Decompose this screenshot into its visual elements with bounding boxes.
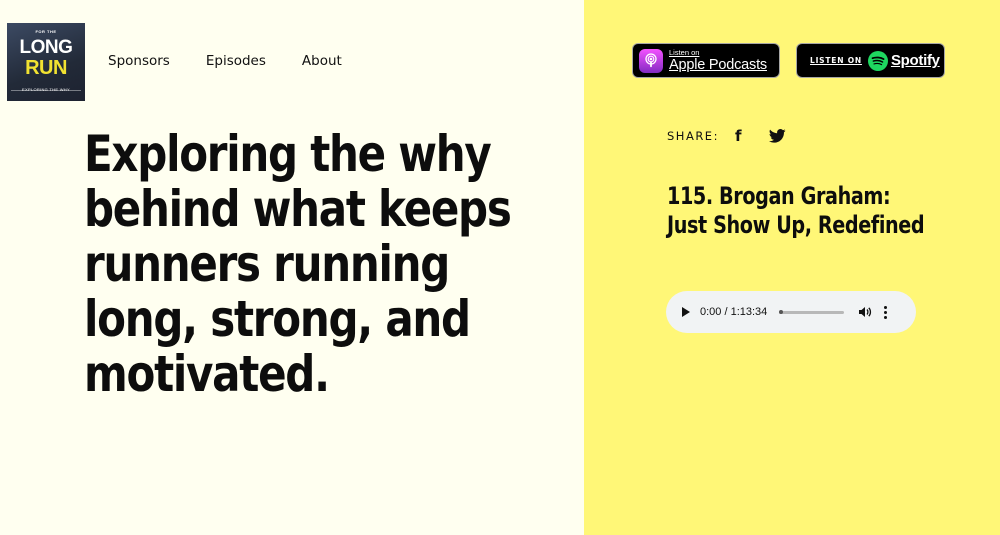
play-icon[interactable] bbox=[682, 307, 690, 317]
logo-tagline: EXPLORING THE WHY bbox=[22, 87, 70, 92]
facebook-icon[interactable]: f bbox=[735, 128, 742, 144]
spotify-listen-text: LISTEN ON bbox=[810, 56, 862, 65]
nav-sponsors[interactable]: Sponsors bbox=[108, 52, 170, 70]
apple-badge-small-text: Listen on bbox=[669, 48, 700, 57]
main-nav: Sponsors Episodes About bbox=[108, 52, 378, 70]
twitter-icon[interactable] bbox=[769, 129, 787, 143]
logo-top-text: FOR THE bbox=[35, 29, 57, 34]
hero-headline: Exploring the why behind what keeps runn… bbox=[84, 125, 512, 403]
seek-handle[interactable] bbox=[779, 309, 784, 314]
nav-about[interactable]: About bbox=[302, 52, 342, 70]
episode-title: 115. Brogan Graham: Just Show Up, Redefi… bbox=[667, 182, 925, 239]
apple-badge-big-text: Apple Podcasts bbox=[669, 57, 767, 73]
more-options-icon[interactable] bbox=[884, 305, 888, 319]
apple-podcasts-button[interactable]: Listen on Apple Podcasts bbox=[632, 43, 780, 78]
seek-bar[interactable] bbox=[779, 309, 845, 314]
share-label: SHARE: bbox=[667, 129, 719, 143]
nav-episodes[interactable]: Episodes bbox=[206, 52, 266, 70]
apple-podcasts-icon bbox=[639, 48, 663, 73]
right-panel bbox=[584, 0, 1000, 535]
spotify-button[interactable]: LISTEN ON Spotify bbox=[796, 43, 945, 78]
logo-word-long: LONG bbox=[19, 37, 73, 58]
volume-icon[interactable] bbox=[858, 306, 872, 318]
player-time: 0:00 / 1:13:34 bbox=[700, 306, 768, 318]
spotify-icon bbox=[867, 50, 888, 71]
spotify-name: Spotify bbox=[890, 52, 940, 69]
share-row: SHARE: f bbox=[667, 128, 787, 144]
logo-word-run: RUN bbox=[25, 57, 67, 79]
podcast-logo[interactable]: FOR THE LONG RUN EXPLORING THE WHY bbox=[7, 23, 85, 101]
audio-player: 0:00 / 1:13:34 bbox=[666, 291, 916, 333]
